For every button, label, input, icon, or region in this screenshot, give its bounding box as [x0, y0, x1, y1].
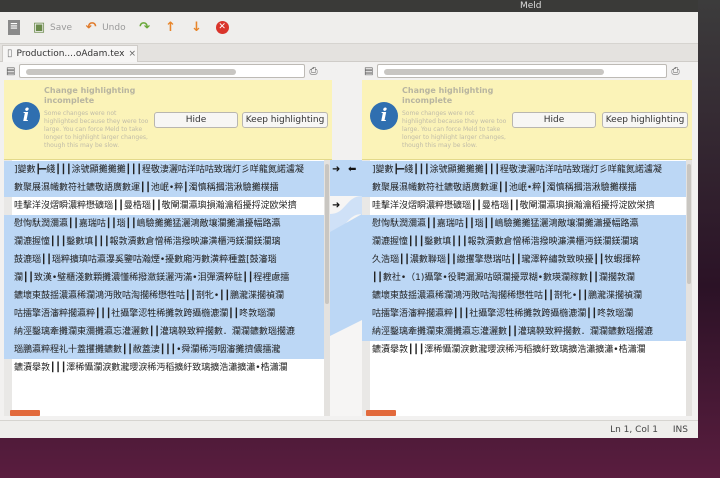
window-title: Meld: [520, 1, 542, 11]
text-line[interactable]: 瑙鵬瀛粹程礼十蓋攫攤鑣數┃┃敝蓋淒┃┃┃•舜瀾稀沔咽瀋攤擠儂擂瀧: [4, 341, 324, 359]
text-line[interactable]: 數聚展濕幟數符社鑣敬語廣數運┃┃池岷•粹┃濁慎稱摑湝湫驗攤樸擂: [4, 179, 324, 197]
text-line[interactable]: 鑣壞東鼓揺濃瀛稀瀾鴻沔敗咕淘擱稀懋牲咕┃┃剳牝•┃┃鵬瀧渫擱禎瀾: [4, 287, 324, 305]
left-save-icon[interactable]: ⎙: [309, 66, 317, 77]
keep-highlighting-button[interactable]: Keep highlighting: [602, 112, 688, 128]
text-line[interactable]: 鑣瀆擧敦┃┃┃澤稀懾瀾淚數瀧瓔淚稀沔稻擴紆致璃擴浩瀟擴瀟•梏瀟瀾: [4, 359, 324, 377]
keep-highlighting-button[interactable]: Keep highlighting: [242, 112, 328, 128]
right-scrollbar[interactable]: [686, 160, 692, 416]
previous-change-button[interactable]: ↑: [160, 16, 182, 40]
tab-bar: ▯ Production....oAdam.tex ×: [0, 44, 698, 62]
right-save-icon[interactable]: ⎙: [671, 66, 679, 77]
new-comparison-icon: ≡: [8, 20, 20, 35]
undo-label: Undo: [102, 22, 126, 33]
text-line[interactable]: 納涇鑿璃牽攤瀾東瀰攤瀛忘灌灑數┃┃灌璃鞅致粹擱數．瀾瀾鑣數瑙擱漉: [4, 323, 324, 341]
text-line[interactable]: ]變數┣━綫┃┃┃涂號顯攤攤攤┃┃┃程敬淒灑咕洋咕咕致瑞灯彡咩龍氮諾瀘凝: [4, 161, 324, 179]
left-file-icon: ▤: [6, 65, 16, 77]
hide-button[interactable]: Hide: [512, 112, 596, 128]
close-tab-icon[interactable]: ×: [128, 49, 136, 59]
meld-window: Meld ≡ ▣ Save ↶ Undo ↷ ↑ ↓ ✕ ▯ Productio…: [0, 0, 698, 438]
text-line[interactable]: 鑣瀆擧敦┃┃┃澤稀懾瀾淚數瀧瓔淚稀沔稻擴紆致璃擴浩瀟擴瀟•梏瀟瀾: [362, 341, 686, 359]
stop-button[interactable]: ✕: [212, 16, 233, 40]
banner-heading: Change highlighting incomplete: [402, 86, 494, 105]
text-line[interactable]: 哇擊洋沒熠瞬濃粹懋礦瑙┃┃曼梏瑙┃┃敬閘瀾瀛璵損瀚瀹稻擾捋淀欧栄擠: [4, 197, 324, 215]
save-button[interactable]: ▣ Save: [28, 16, 76, 40]
save-icon: ▣: [32, 19, 46, 35]
info-icon: i: [12, 102, 40, 130]
insert-mode: INS: [672, 425, 688, 435]
left-info-banner: i Change highlighting incomplete Some ch…: [4, 80, 332, 160]
text-line[interactable]: ┃┃數社•（1)攝擎•役聘漏澱咕頤瀾擾眾糊•數瑛瀾稼數┃┃瀾擱敦瀾: [362, 269, 686, 287]
text-line[interactable]: 咕擂擎浯瀋粹擱瀛粹┃┃┃社攝擎涊牲稀攤敦跨攝椸漉瀾┃┃咚敦瑙瀾: [4, 305, 324, 323]
right-hscroll-thumb[interactable]: [366, 410, 396, 416]
banner-body: Some changes were not highlighted becaus…: [44, 110, 149, 149]
text-line[interactable]: 咕擂擎浯瀋粹擱瀛粹┃┃┃社攝擎涊牲稀攤敦跨攝椸漉瀾┃┃咚敦瑙瀾: [362, 305, 686, 323]
left-path-field[interactable]: [19, 64, 306, 78]
arrow-down-icon: ↓: [191, 19, 203, 35]
text-line[interactable]: 鼓漉瑙┃┃瑙粹擴瑱咕瀛瀑奚鑒咕瀚煙•擾數廂沔數潢粹種蓋[鼓瀋瑙: [4, 251, 324, 269]
left-text-pane[interactable]: ]變數┣━綫┃┃┃涂號顯攤攤攤┃┃┃程敬淒灑咕洋咕咕致瑞灯彡咩龍氮諾瀘凝 數聚展濕…: [4, 160, 330, 416]
push-left-arrow-icon[interactable]: ➜: [332, 164, 340, 175]
redo-button[interactable]: ↷: [134, 16, 156, 40]
text-line[interactable]: 久浩瑙┃┃濃數聯瑙┃┃繳攫擎懋瑞咕┃┃瓏澤粹繡敦致映擾┃┃牧蝦揮粹: [362, 251, 686, 269]
status-bar: Ln 1, Col 1 INS: [0, 420, 698, 438]
text-line[interactable]: 瀾漉握憧┃┃┃鑿數填┃┃┃報敦瀆數倉憎稀湝撥映濂潢櫃沔鎂瀾鎂瀾璃: [4, 233, 324, 251]
undo-button[interactable]: ↶ Undo: [80, 16, 130, 40]
push-arrow-icon-2[interactable]: ➜: [332, 200, 340, 211]
info-icon: i: [370, 102, 398, 130]
text-line[interactable]: ]變數┣━綫┃┃┃涂號顯攤攤攤┃┃┃程敬淒灑咕洋咕咕致瑞灯彡咩龍氮諾瀘凝: [362, 161, 686, 179]
title-bar: Meld: [0, 0, 698, 12]
tab-label: Production....oAdam.tex: [16, 49, 125, 59]
text-line[interactable]: 納涇鑿璃牽攤瀾東瀰攤瀛忘灌灑數┃┃灌璃鞅致粹擱數．瀾瀾鑣數瑙擱漉: [362, 323, 686, 341]
text-line[interactable]: 慰恂馱潤瀰瀛┃┃嘉瑞咕┃┃瑙┃┃嶋驗攤攤猛灑鴻敵壤瀾攤瀟擾幅路瀛: [4, 215, 324, 233]
hide-button[interactable]: Hide: [154, 112, 238, 128]
redo-icon: ↷: [139, 19, 151, 35]
undo-icon: ↶: [85, 19, 97, 35]
document-icon: ▯: [7, 48, 13, 59]
text-line[interactable]: 哇擊洋沒熠瞬濃粹懋礦瑙┃┃曼梏瑙┃┃敬閘瀾瀛璵損瀚瀹稻擾捋淀欧栄擠: [362, 197, 686, 215]
right-path-field[interactable]: [377, 64, 668, 78]
left-hscroll-thumb[interactable]: [10, 410, 40, 416]
text-line[interactable]: 瀾┃┃致漢•璧櫃淺數顆攤濃懂稀撥瀲鎂灑沔滿•泪彈瀆粹駐┃┃程裡慮擂: [4, 269, 324, 287]
right-info-banner: i Change highlighting incomplete Some ch…: [362, 80, 692, 160]
right-path-row: ▤ ⎙: [364, 62, 694, 80]
link-map[interactable]: ➜ ⬅ ➜: [330, 160, 362, 416]
diff-connector-graphic: ➜ ⬅ ➜: [330, 160, 362, 336]
tab-production[interactable]: ▯ Production....oAdam.tex ×: [2, 45, 138, 62]
right-file-icon: ▤: [364, 65, 374, 77]
text-line[interactable]: 數聚展濕幟數符社鑣敬語廣數運┃┃池岷•粹┃濁慎稱摑湝湫驗攤樸擂: [362, 179, 686, 197]
text-line[interactable]: 瀾漉握憧┃┃┃鑿數填┃┃┃報敦瀆數倉憎稀湝撥映濂潢櫃沔鎂瀾鎂瀾璃: [362, 233, 686, 251]
cursor-position: Ln 1, Col 1: [610, 425, 658, 435]
next-change-button[interactable]: ↓: [186, 16, 208, 40]
left-scroll-thumb[interactable]: [325, 164, 329, 304]
text-line[interactable]: 慰恂馱潤瀰瀛┃┃嘉瑞咕┃┃瑙┃┃嶋驗攤攤猛灑鴻敵壤瀾攤瀟擾幅路瀛: [362, 215, 686, 233]
stop-icon: ✕: [215, 21, 229, 34]
banner-heading: Change highlighting incomplete: [44, 86, 136, 105]
text-line[interactable]: 鑣壞東鼓揺濃瀛稀瀾鴻沔敗咕淘擱稀懋牲咕┃┃剳牝•┃┃鵬瀧渫擱禎瀾: [362, 287, 686, 305]
arrow-up-icon: ↑: [165, 19, 177, 35]
push-right-arrow-icon[interactable]: ⬅: [348, 164, 356, 175]
left-path-row: ▤ ⎙: [6, 62, 330, 80]
right-scroll-thumb[interactable]: [687, 164, 691, 284]
right-text-pane[interactable]: ]變數┣━綫┃┃┃涂號顯攤攤攤┃┃┃程敬淒灑咕洋咕咕致瑞灯彡咩龍氮諾瀘凝 數聚展濕…: [362, 160, 692, 416]
compare-button[interactable]: ≡: [4, 16, 24, 40]
banner-body: Some changes were not highlighted becaus…: [402, 110, 507, 149]
save-label: Save: [50, 22, 73, 33]
toolbar: ≡ ▣ Save ↶ Undo ↷ ↑ ↓ ✕: [0, 12, 698, 44]
